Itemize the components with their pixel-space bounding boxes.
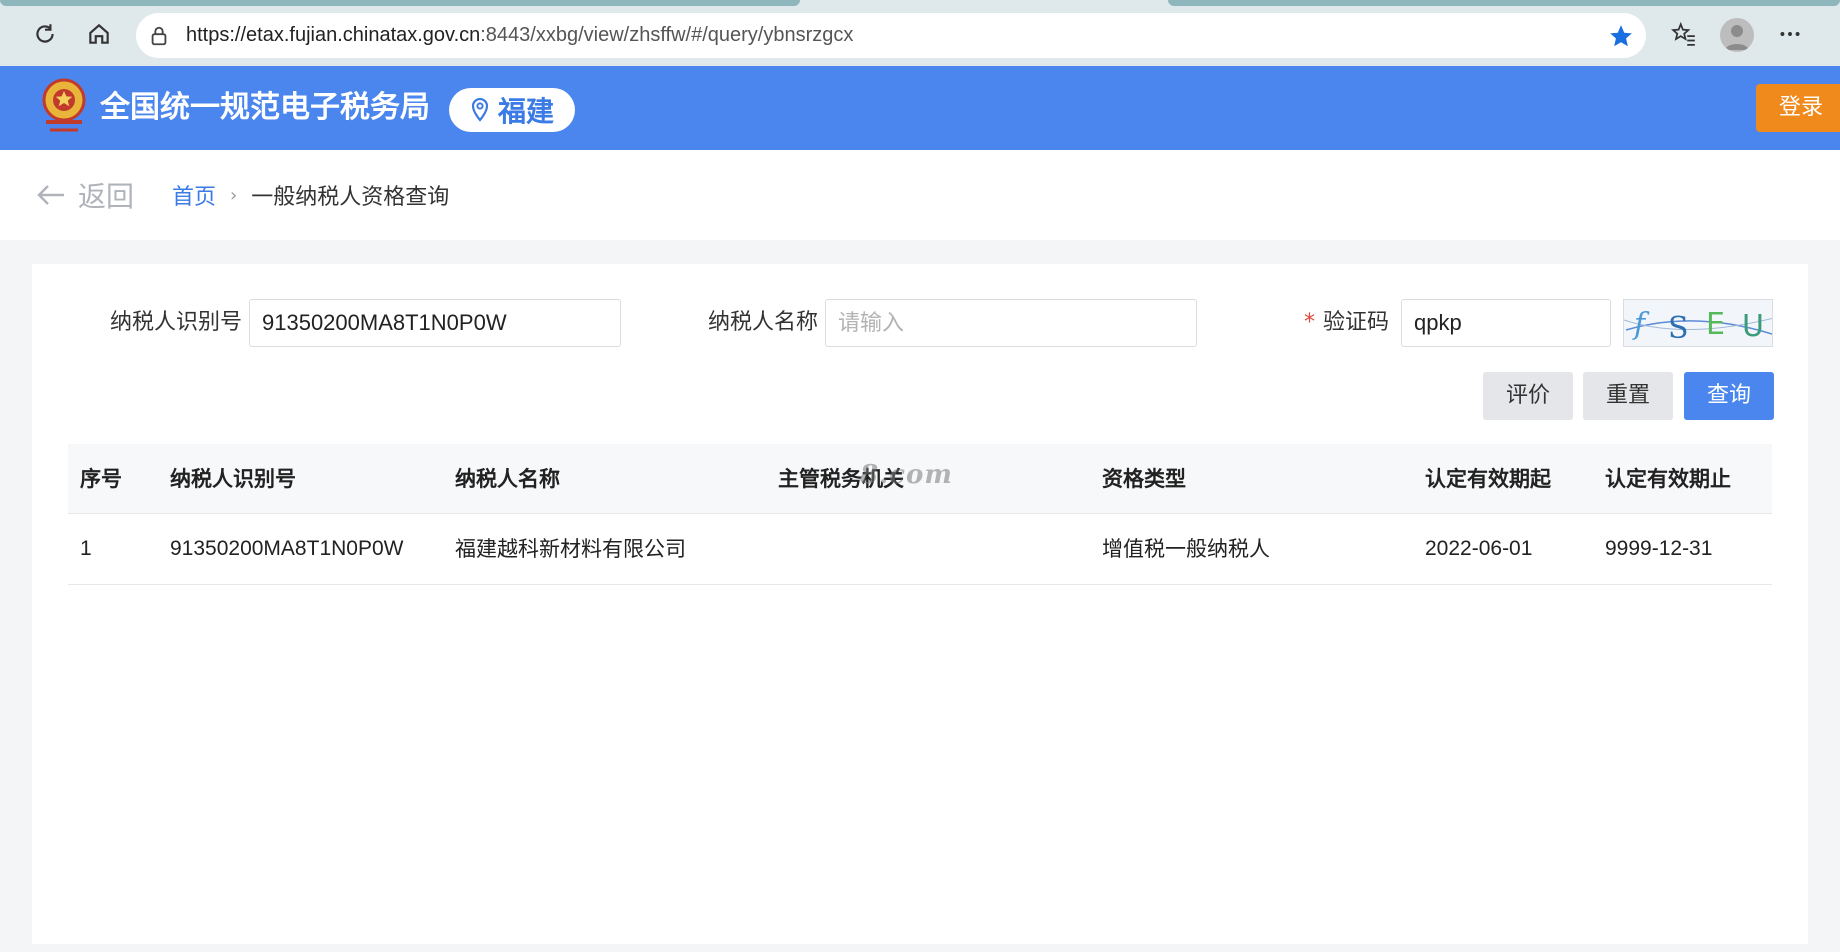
cell-taxpayer-name: 福建越科新材料有限公司 bbox=[455, 537, 686, 561]
query-panel: 纳税人识别号 纳税人名称 * 验证码 f S E U 评价 重置 查询 序号 纳税… bbox=[32, 264, 1808, 944]
breadcrumb-bar: 返回 首页 › 一般纳税人资格查询 bbox=[0, 150, 1840, 240]
captcha-label: 验证码 bbox=[1323, 310, 1390, 335]
required-asterisk: * bbox=[1304, 310, 1315, 335]
header-taxpayer-name: 纳税人名称 bbox=[455, 467, 560, 491]
site-header: 全国统一规范电子税务局 福建 登录 bbox=[0, 66, 1840, 150]
more-menu-icon[interactable] bbox=[1772, 16, 1808, 52]
breadcrumb-separator: › bbox=[230, 184, 238, 206]
cell-qualification-type: 增值税一般纳税人 bbox=[1102, 537, 1270, 561]
browser-toolbar: https://etax.fujian.chinatax.gov.cn:8443… bbox=[0, 0, 1840, 66]
favorites-icon[interactable] bbox=[1666, 16, 1702, 52]
taxpayer-name-label: 纳税人名称 bbox=[708, 310, 819, 335]
header-index: 序号 bbox=[80, 467, 122, 491]
captcha-char-3: E bbox=[1706, 307, 1725, 342]
header-qualification-type: 资格类型 bbox=[1102, 467, 1186, 491]
location-pin-icon bbox=[471, 98, 489, 122]
lock-icon[interactable] bbox=[148, 25, 170, 47]
header-valid-from: 认定有效期起 bbox=[1425, 467, 1551, 491]
browser-tab-strip bbox=[0, 0, 800, 6]
url-text[interactable]: https://etax.fujian.chinatax.gov.cn:8443… bbox=[186, 13, 853, 58]
profile-avatar-icon[interactable] bbox=[1720, 18, 1754, 52]
captcha-char-2: S bbox=[1668, 311, 1689, 346]
site-title: 全国统一规范电子税务局 bbox=[100, 90, 430, 125]
rate-button[interactable]: 评价 bbox=[1483, 372, 1573, 420]
taxpayer-name-input[interactable] bbox=[825, 299, 1197, 347]
browser-tab-strip bbox=[1168, 0, 1840, 6]
url-host: https://etax.fujian.chinatax.gov.cn bbox=[186, 24, 481, 46]
reload-icon[interactable] bbox=[27, 16, 63, 52]
header-valid-to: 认定有效期止 bbox=[1605, 467, 1731, 491]
captcha-input[interactable] bbox=[1401, 299, 1611, 347]
breadcrumb-home-link[interactable]: 首页 bbox=[172, 179, 216, 211]
tax-emblem-logo bbox=[38, 76, 90, 136]
favorite-star-icon[interactable] bbox=[1608, 23, 1634, 49]
captcha-char-4: U bbox=[1742, 309, 1764, 344]
login-button[interactable]: 登录 bbox=[1756, 84, 1840, 132]
watermark-text: 8.com bbox=[860, 460, 953, 490]
cell-taxpayer-id: 91350200MA8T1N0P0W bbox=[170, 537, 404, 560]
region-selector[interactable]: 福建 bbox=[449, 88, 575, 132]
header-taxpayer-id: 纳税人识别号 bbox=[170, 467, 296, 491]
captcha-image[interactable]: f S E U bbox=[1623, 299, 1773, 347]
taxpayer-id-input[interactable] bbox=[249, 299, 621, 347]
region-label: 福建 bbox=[497, 95, 554, 128]
cell-valid-to: 9999-12-31 bbox=[1605, 537, 1713, 560]
breadcrumb: 首页 › 一般纳税人资格查询 bbox=[172, 150, 449, 240]
captcha-label-wrap: * 验证码 bbox=[1304, 300, 1389, 346]
address-bar[interactable]: https://etax.fujian.chinatax.gov.cn:8443… bbox=[136, 13, 1646, 58]
taxpayer-id-label: 纳税人识别号 bbox=[110, 310, 243, 335]
back-label: 返回 bbox=[78, 180, 135, 213]
table-row[interactable]: 1 91350200MA8T1N0P0W 福建越科新材料有限公司 增值税一般纳税… bbox=[68, 514, 1772, 585]
url-path: :8443/xxbg/view/zhsffw/#/query/ybnsrzgcx bbox=[480, 24, 854, 46]
cell-valid-from: 2022-06-01 bbox=[1425, 537, 1533, 560]
back-button[interactable]: 返回 bbox=[36, 150, 134, 240]
cell-index: 1 bbox=[80, 537, 92, 560]
arrow-left-icon bbox=[37, 185, 64, 205]
query-button[interactable]: 查询 bbox=[1684, 372, 1774, 420]
home-icon[interactable] bbox=[81, 16, 117, 52]
captcha-glyphs: f S E U bbox=[1624, 307, 1772, 346]
reset-button[interactable]: 重置 bbox=[1583, 372, 1673, 420]
breadcrumb-current: 一般纳税人资格查询 bbox=[251, 185, 450, 210]
